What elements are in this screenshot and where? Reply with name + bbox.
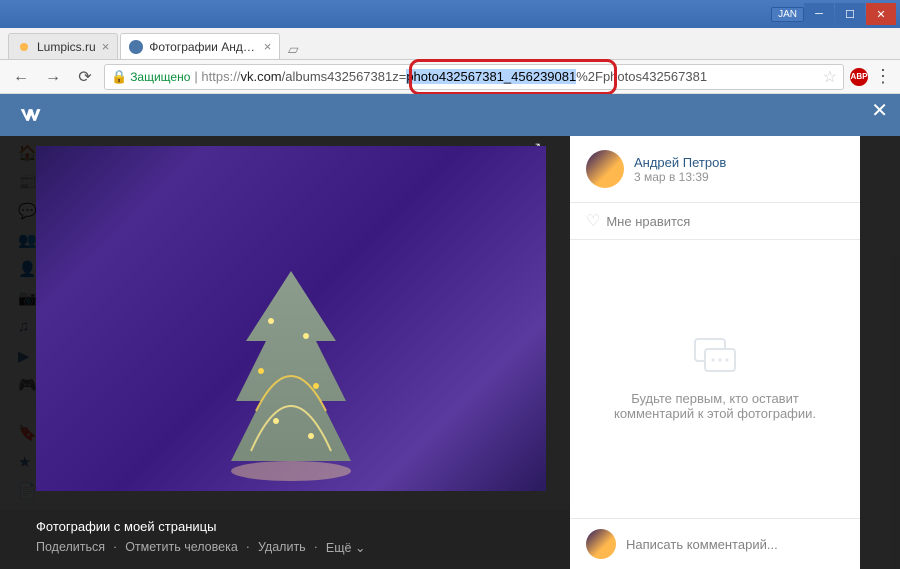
author-avatar[interactable] — [586, 150, 624, 188]
address-bar: ← → ⟳ 🔒 Защищено | https://vk.com/albums… — [0, 60, 900, 94]
adblock-icon[interactable]: ABP — [850, 68, 868, 86]
delete-link[interactable]: Удалить — [258, 540, 306, 555]
tab-strip: Lumpics.ru × Фотографии Андрея Пе × ▱ — [0, 28, 900, 60]
bookmark-star-icon[interactable]: ☆ — [823, 67, 837, 87]
url-selected-fragment: photo432567381_456239081 — [406, 69, 576, 84]
photo-lightbox: ⤢ Фотографии с моей с — [0, 136, 900, 569]
chevron-down-icon: ⌄ — [355, 541, 365, 555]
comments-empty-icon — [691, 337, 739, 377]
like-button[interactable]: ♡ Мне нравится — [570, 202, 860, 240]
tab-title: Фотографии Андрея Пе — [149, 40, 257, 54]
secure-label: Защищено — [130, 70, 190, 84]
minimize-button[interactable]: ─ — [804, 3, 834, 25]
close-icon[interactable]: × — [264, 39, 272, 54]
comment-input[interactable]: Написать комментарий... — [626, 537, 778, 552]
user-badge: JAN — [771, 7, 804, 22]
photo-viewer: ⤢ Фотографии с моей с — [0, 136, 570, 569]
sun-icon — [17, 40, 31, 54]
new-tab-button[interactable]: ▱ — [282, 39, 304, 59]
tag-person-link[interactable]: Отметить человека — [125, 540, 238, 555]
reload-button[interactable]: ⟳ — [72, 64, 98, 90]
vk-header — [0, 94, 900, 136]
tab-vk-photos[interactable]: Фотографии Андрея Пе × — [120, 33, 280, 59]
close-lightbox-button[interactable]: ✕ — [871, 98, 888, 123]
empty-line1: Будьте первым, кто оставит — [631, 391, 799, 406]
share-link[interactable]: Поделиться — [36, 540, 105, 555]
comments-empty-state: Будьте первым, кто оставит комментарий к… — [570, 240, 860, 518]
omnibox[interactable]: 🔒 Защищено | https://vk.com/albums432567… — [104, 64, 844, 90]
author-block: Андрей Петров 3 мар в 13:39 — [570, 136, 860, 202]
album-name[interactable]: Фотографии с моей страницы — [36, 519, 534, 534]
empty-line2: комментарий к этой фотографии. — [614, 406, 816, 421]
window-titlebar: JAN ─ ☐ ✕ — [0, 0, 900, 28]
photo-image[interactable] — [36, 146, 546, 491]
like-label: Мне нравится — [606, 214, 690, 229]
page-content: 🏠 📰 💬 👥 👤 📷 ♫ ▶ 🎮 🔖 ★ 📄 Блог Рекла ⤢ — [0, 94, 900, 569]
comment-input-row: Написать комментарий... — [570, 518, 860, 569]
photo-footer: Фотографии с моей страницы Поделиться · … — [0, 509, 570, 569]
browser-menu-button[interactable]: ⋮ — [874, 66, 892, 87]
tab-title: Lumpics.ru — [37, 40, 96, 54]
back-button[interactable]: ← — [8, 64, 34, 90]
my-avatar[interactable] — [586, 529, 616, 559]
more-link[interactable]: Ещё ⌄ — [326, 540, 366, 555]
forward-button[interactable]: → — [40, 64, 66, 90]
tree-graphic — [221, 261, 361, 481]
vk-logo-icon[interactable] — [16, 101, 44, 129]
heart-icon: ♡ — [586, 211, 600, 231]
post-date: 3 мар в 13:39 — [634, 170, 726, 184]
tab-lumpics[interactable]: Lumpics.ru × — [8, 33, 118, 59]
lock-icon: 🔒 — [111, 69, 127, 85]
vk-icon — [129, 40, 143, 54]
author-name-link[interactable]: Андрей Петров — [634, 155, 726, 170]
maximize-button[interactable]: ☐ — [835, 3, 865, 25]
close-button[interactable]: ✕ — [866, 3, 896, 25]
photo-info-panel: ✕ Андрей Петров 3 мар в 13:39 ♡ Мне нрав… — [570, 136, 860, 569]
close-icon[interactable]: × — [102, 39, 110, 54]
